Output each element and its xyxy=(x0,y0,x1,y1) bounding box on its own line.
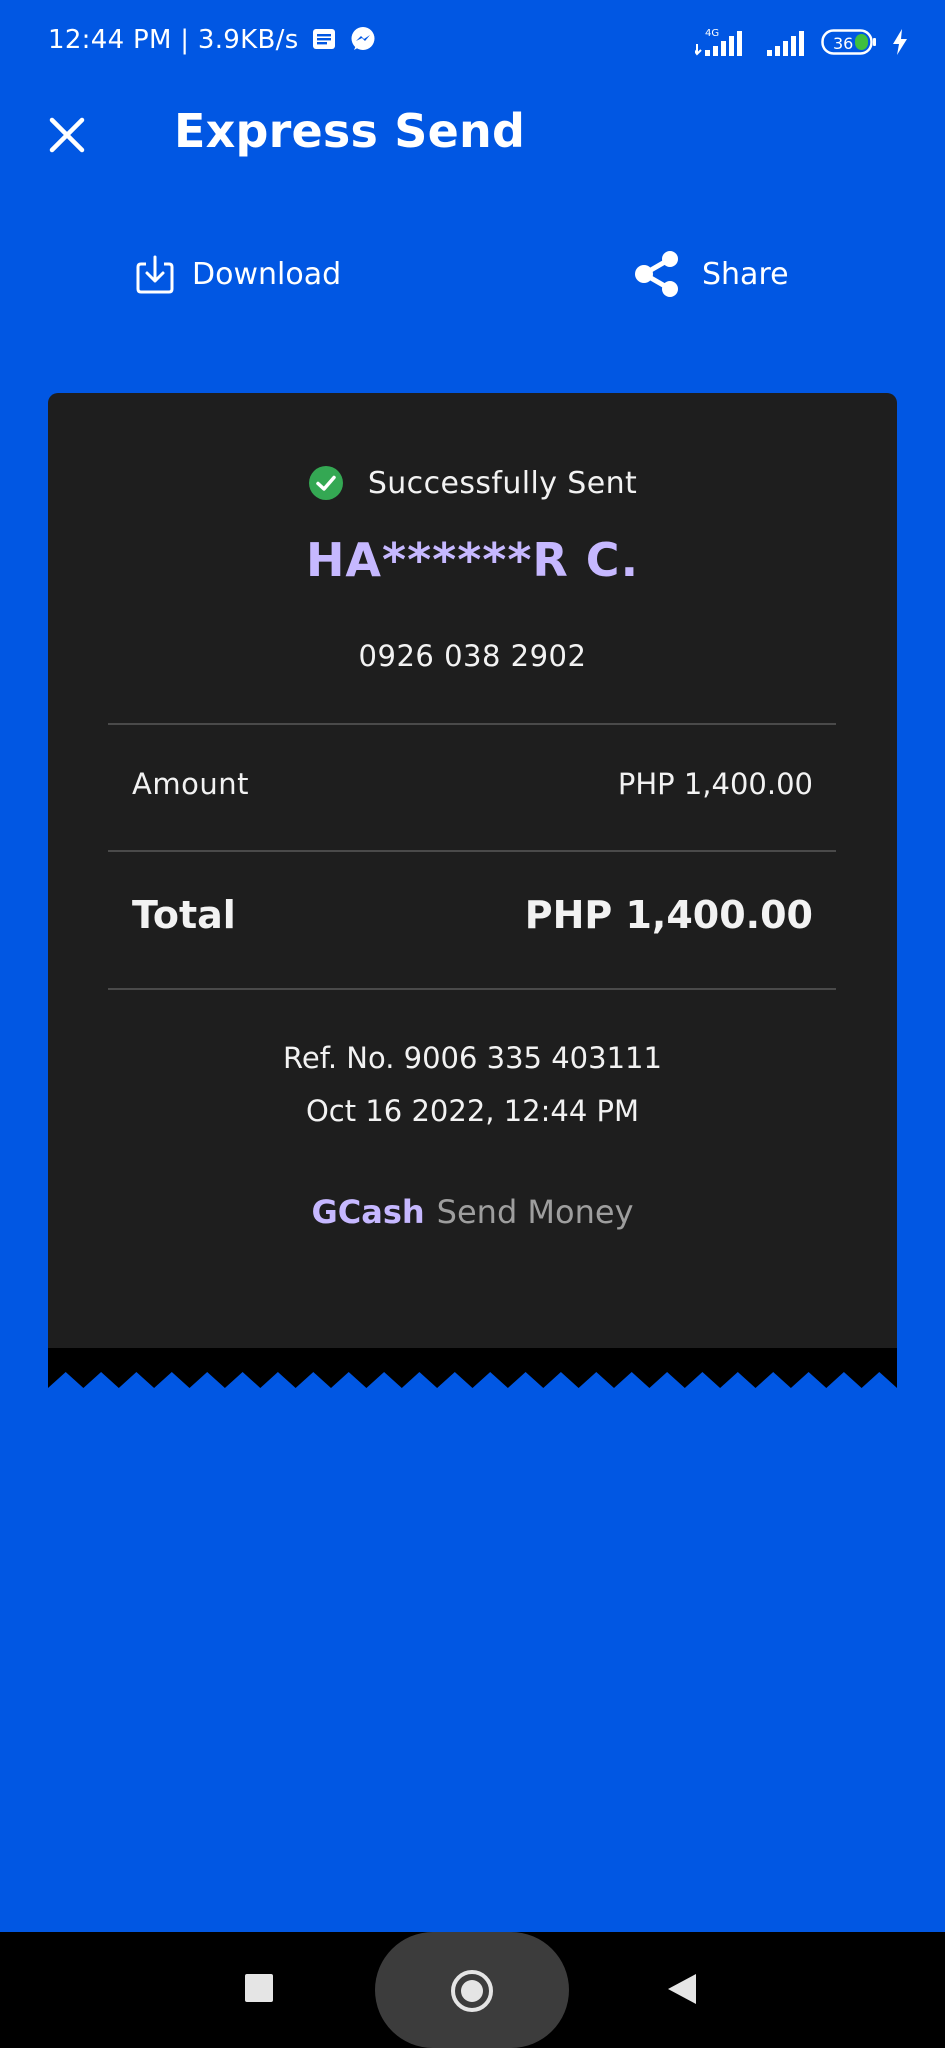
battery-icon: 36 xyxy=(821,29,876,55)
amount-value: PHP 1,400.00 xyxy=(617,767,813,801)
svg-text:4G: 4G xyxy=(705,28,719,39)
brand-footer: GCash Send Money xyxy=(48,1193,897,1231)
charging-icon xyxy=(893,29,907,55)
total-label: Total xyxy=(132,893,236,937)
recipient-number: 0926 038 2902 xyxy=(358,639,587,673)
status-notification-icons xyxy=(312,26,376,52)
share-button[interactable]: Share xyxy=(632,251,789,297)
divider xyxy=(108,850,836,852)
messenger-icon xyxy=(351,27,375,50)
back-button[interactable] xyxy=(668,1974,696,2004)
close-icon[interactable] xyxy=(44,112,90,158)
download-label: Download xyxy=(192,256,342,292)
share-icon xyxy=(635,251,678,297)
express-send-screen: 12:44 PM | 3.9KB/s 4G 36 Express Send Do… xyxy=(0,0,945,2048)
signal-4g-icon: 4G xyxy=(695,28,742,56)
notes-icon xyxy=(313,29,335,49)
receipt-card: Successfully Sent HA******R C. 0926 038 … xyxy=(48,393,897,1392)
share-label: Share xyxy=(702,256,789,292)
svg-text:36: 36 xyxy=(833,34,853,53)
download-icon xyxy=(136,255,174,294)
recipient-name: HA******R C. xyxy=(305,533,640,587)
status-text: Successfully Sent xyxy=(367,465,638,501)
status-system-icons: 4G 36 xyxy=(695,26,909,58)
divider xyxy=(108,723,836,725)
total-value: PHP 1,400.00 xyxy=(524,893,813,937)
reference-number: Ref. No. 9006 335 403111 xyxy=(283,1041,662,1075)
divider xyxy=(108,988,836,990)
status-time-speed: 12:44 PM | 3.9KB/s xyxy=(48,25,299,55)
brand-name: GCash xyxy=(311,1193,425,1231)
navigation-bar xyxy=(0,1932,945,2048)
home-button[interactable] xyxy=(451,1970,493,2012)
check-circle-icon xyxy=(308,466,343,500)
status-bar: 12:44 PM | 3.9KB/s 4G 36 xyxy=(0,0,945,84)
transaction-date: Oct 16 2022, 12:44 PM xyxy=(305,1094,640,1128)
recents-button[interactable] xyxy=(245,1974,273,2002)
receipt-body: Successfully Sent HA******R C. 0926 038 … xyxy=(48,393,897,1349)
download-button[interactable]: Download xyxy=(136,252,341,296)
page-title: Express Send xyxy=(174,104,526,158)
signal-icon xyxy=(767,31,804,56)
brand-service: Send Money xyxy=(436,1193,634,1231)
amount-label: Amount xyxy=(132,767,249,801)
success-status: Successfully Sent xyxy=(48,465,897,501)
receipt-torn-edge xyxy=(48,1348,897,1388)
